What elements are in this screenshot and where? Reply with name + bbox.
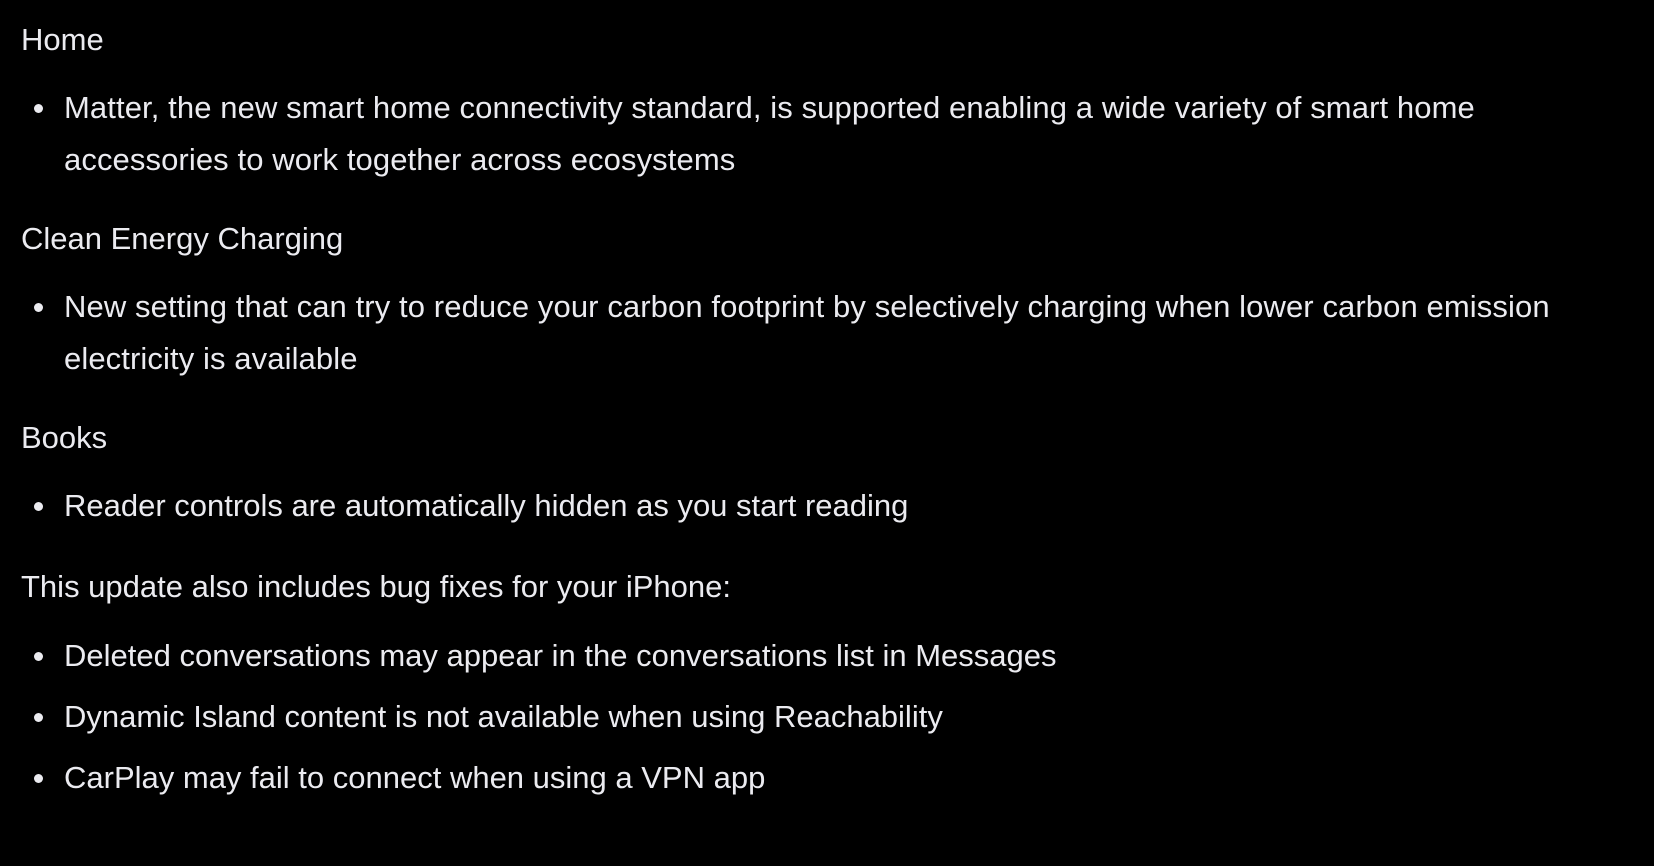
list-item-text: Dynamic Island content is not available …	[64, 699, 943, 734]
list-item: Dynamic Island content is not available …	[0, 691, 1654, 743]
books-list: Reader controls are automatically hidden…	[0, 480, 1654, 532]
bullet-icon	[34, 774, 43, 783]
list-item-text: CarPlay may fail to connect when using a…	[64, 760, 766, 795]
section-title-books: Books	[21, 420, 108, 455]
bullet-icon	[34, 303, 43, 312]
list-item: Reader controls are automatically hidden…	[0, 480, 1654, 532]
section-title-clean-energy-charging: Clean Energy Charging	[21, 221, 344, 256]
bug-fixes-list: Deleted conversations may appear in the …	[0, 630, 1654, 804]
home-list: Matter, the new smart home connectivity …	[0, 82, 1654, 186]
bullet-icon	[34, 713, 43, 722]
bullet-icon	[34, 652, 43, 661]
list-item: New setting that can try to reduce your …	[0, 281, 1654, 385]
section-title-home: Home	[21, 22, 104, 57]
section-title-bug-fixes: This update also includes bug fixes for …	[21, 569, 731, 604]
list-item-text: Deleted conversations may appear in the …	[64, 638, 1057, 673]
clean-energy-list: New setting that can try to reduce your …	[0, 281, 1654, 385]
bullet-icon	[34, 104, 43, 113]
release-notes: Home Matter, the new smart home connecti…	[0, 0, 1654, 866]
list-item: Matter, the new smart home connectivity …	[0, 82, 1654, 186]
list-item-text: New setting that can try to reduce your …	[64, 289, 1550, 376]
list-item-text: Reader controls are automatically hidden…	[64, 488, 909, 523]
list-item-text: Matter, the new smart home connectivity …	[64, 90, 1475, 177]
list-item: Deleted conversations may appear in the …	[0, 630, 1654, 682]
list-item: CarPlay may fail to connect when using a…	[0, 752, 1654, 804]
bullet-icon	[34, 502, 43, 511]
